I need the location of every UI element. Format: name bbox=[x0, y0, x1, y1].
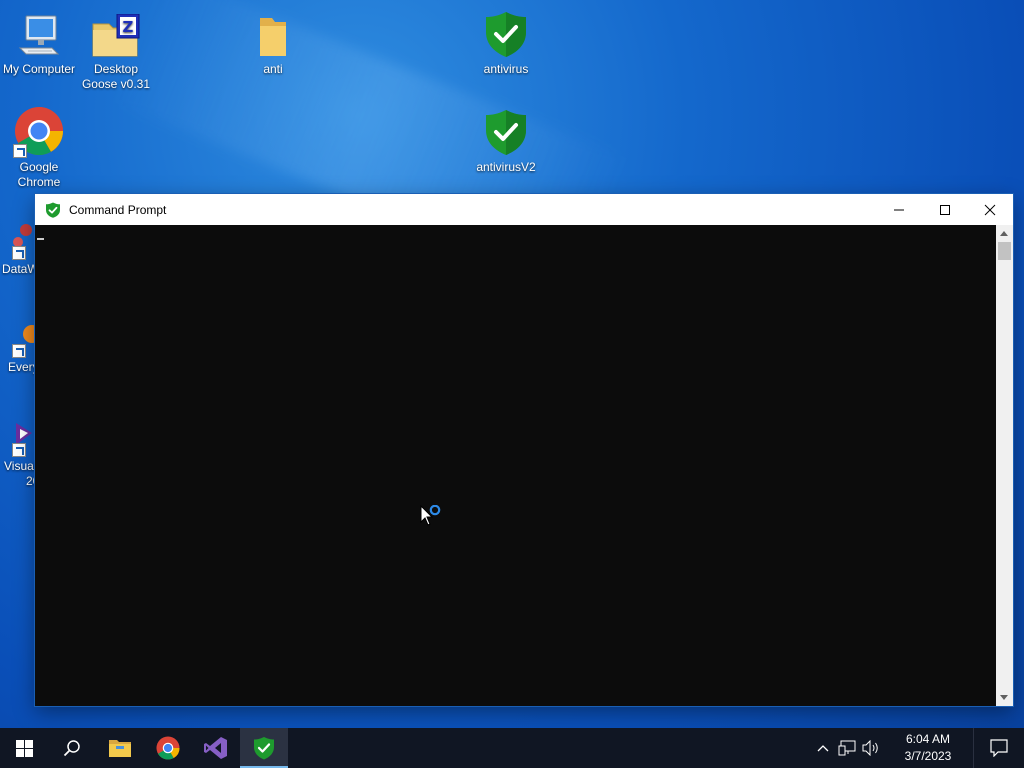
file-explorer-icon bbox=[109, 740, 131, 757]
shortcut-arrow-icon bbox=[12, 443, 26, 457]
visual-studio-icon bbox=[0, 405, 38, 457]
folder-icon bbox=[233, 8, 313, 58]
desktop-icon-label: Google Chrome bbox=[17, 160, 61, 189]
start-icon bbox=[15, 739, 33, 757]
desktop-icon-anti[interactable]: anti bbox=[233, 8, 313, 77]
desktop-icon-google-chrome[interactable]: Google Chrome bbox=[0, 106, 79, 190]
clock-time: 6:04 AM bbox=[905, 732, 951, 746]
network-button[interactable] bbox=[835, 728, 859, 768]
desktop-icon-everything[interactable]: Every bbox=[0, 306, 39, 375]
svg-text:Z: Z bbox=[123, 18, 134, 36]
action-center-button[interactable] bbox=[973, 728, 1024, 768]
scroll-thumb[interactable] bbox=[998, 242, 1011, 260]
taskbar-clock[interactable]: 6:04 AM 3/7/2023 bbox=[883, 731, 973, 765]
vertical-scrollbar[interactable] bbox=[996, 225, 1013, 706]
maximize-icon bbox=[940, 204, 950, 215]
desktop: My Computer Z Desktop Goose v0.31 anti a… bbox=[0, 0, 1024, 768]
notification-icon bbox=[990, 739, 1008, 757]
desktop-icon-label: 20 bbox=[26, 474, 40, 488]
scroll-down-arrow-icon[interactable] bbox=[1000, 695, 1008, 700]
desktop-icon-label: anti bbox=[263, 62, 283, 76]
zip-archive-icon: Z bbox=[76, 8, 156, 58]
network-icon bbox=[838, 740, 856, 756]
desktop-icon-desktop-goose[interactable]: Z Desktop Goose v0.31 bbox=[76, 8, 156, 92]
shortcut-arrow-icon bbox=[12, 344, 26, 358]
search-icon bbox=[63, 740, 80, 757]
chrome-icon bbox=[0, 106, 79, 158]
datawarrior-icon bbox=[0, 208, 38, 260]
taskbar-file-explorer[interactable] bbox=[96, 728, 144, 768]
busy-mouse-pointer-icon bbox=[420, 504, 444, 534]
speaker-icon bbox=[862, 740, 878, 756]
taskbar: 6:04 AM 3/7/2023 bbox=[0, 728, 1024, 768]
show-hidden-icons-button[interactable] bbox=[811, 728, 835, 768]
search-button[interactable] bbox=[48, 728, 96, 768]
maximize-button[interactable] bbox=[922, 194, 968, 225]
desktop-icon-label: Desktop Goose v0.31 bbox=[81, 62, 151, 91]
scroll-up-arrow-icon[interactable] bbox=[1000, 231, 1008, 236]
desktop-icon-label: antivirusV2 bbox=[476, 160, 536, 174]
taskbar-chrome[interactable] bbox=[144, 728, 192, 768]
taskbar-antivirus[interactable] bbox=[240, 728, 288, 768]
shortcut-arrow-icon bbox=[13, 144, 27, 158]
green-shield-check-icon bbox=[46, 202, 60, 218]
text-cursor bbox=[37, 238, 44, 240]
visual-studio-icon bbox=[204, 737, 227, 759]
desktop-icon-label: DataW bbox=[2, 262, 39, 276]
volume-button[interactable] bbox=[859, 728, 883, 768]
green-shield-check-icon bbox=[466, 8, 546, 58]
desktop-icon-label: Visual bbox=[4, 459, 37, 473]
computer-icon bbox=[0, 8, 79, 58]
desktop-icon-label: My Computer bbox=[2, 62, 76, 76]
desktop-icon-label: antivirus bbox=[483, 62, 529, 76]
command-prompt-window[interactable]: Command Prompt bbox=[35, 194, 1013, 706]
green-shield-check-icon bbox=[466, 106, 546, 156]
console-output-area[interactable] bbox=[35, 225, 996, 706]
shortcut-arrow-icon bbox=[12, 246, 26, 260]
minimize-button[interactable] bbox=[876, 194, 922, 225]
minimize-icon bbox=[894, 209, 904, 210]
desktop-icon-datawarrior[interactable]: DataW bbox=[0, 208, 39, 277]
antivirus-shield-icon bbox=[254, 737, 274, 760]
system-tray: 6:04 AM 3/7/2023 bbox=[811, 728, 1024, 768]
window-title: Command Prompt bbox=[69, 202, 167, 217]
close-button[interactable] bbox=[967, 194, 1013, 225]
close-icon bbox=[984, 204, 996, 215]
desktop-icon-label: Every bbox=[8, 360, 39, 374]
clock-date: 3/7/2023 bbox=[904, 749, 952, 763]
desktop-icon-my-computer[interactable]: My Computer bbox=[0, 8, 79, 77]
desktop-icon-visual-studio[interactable]: Visual 20 bbox=[0, 405, 40, 489]
everything-search-icon bbox=[0, 306, 38, 358]
taskbar-visual-studio[interactable] bbox=[192, 728, 240, 768]
chevron-up-icon bbox=[817, 745, 829, 752]
start-button[interactable] bbox=[0, 728, 48, 768]
desktop-icon-antivirusv2[interactable]: antivirusV2 bbox=[466, 106, 546, 175]
window-titlebar[interactable]: Command Prompt bbox=[35, 194, 1013, 225]
desktop-icon-antivirus[interactable]: antivirus bbox=[466, 8, 546, 77]
chrome-icon bbox=[156, 736, 180, 760]
